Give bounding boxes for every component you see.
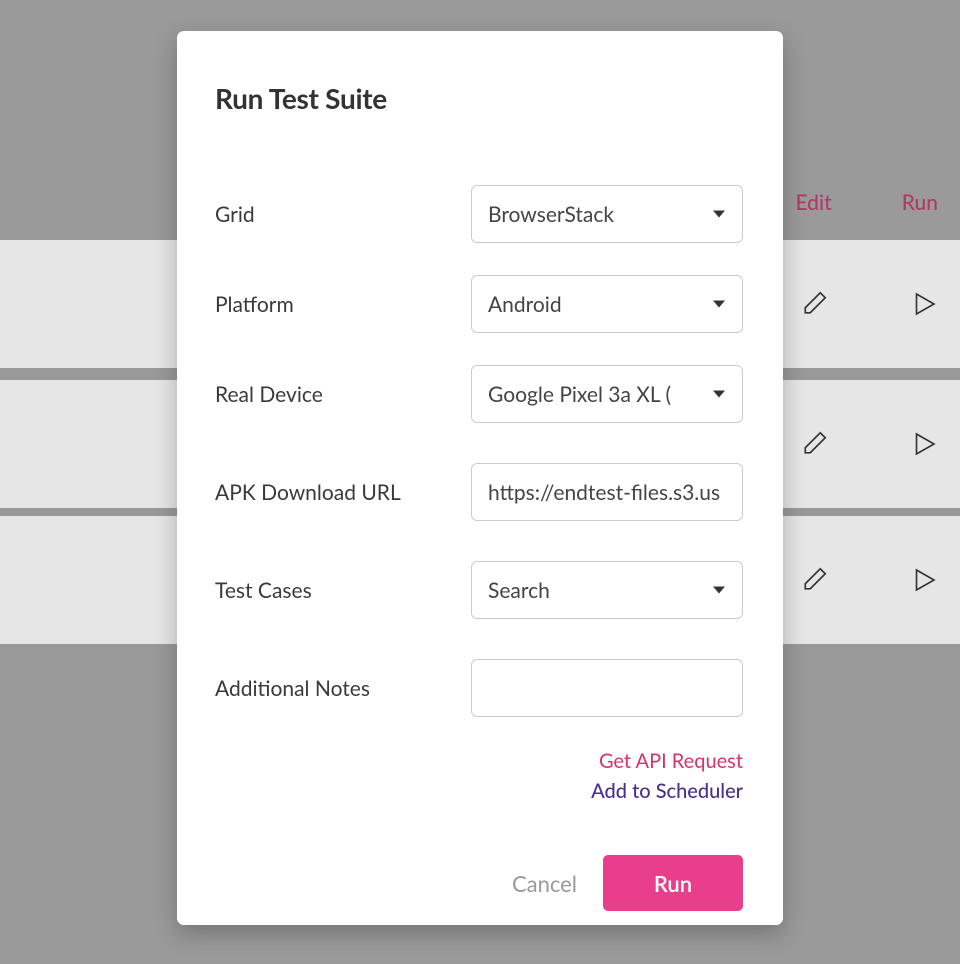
grid-select[interactable]: BrowserStack <box>471 185 743 243</box>
device-label: Real Device <box>215 382 471 407</box>
run-button[interactable]: Run <box>603 855 743 911</box>
field-test-cases: Test Cases Search <box>215 561 743 619</box>
apk-input[interactable] <box>471 463 743 521</box>
grid-value: BrowserStack <box>488 202 614 227</box>
play-icon[interactable] <box>906 562 942 598</box>
get-api-request-link[interactable]: Get API Request <box>215 749 743 773</box>
notes-input[interactable] <box>471 659 743 717</box>
modal-links: Get API Request Add to Scheduler <box>215 749 743 803</box>
test-cases-value: Search <box>488 578 550 603</box>
test-cases-label: Test Cases <box>215 578 471 603</box>
caret-down-icon <box>713 391 725 398</box>
edit-icon[interactable] <box>796 426 832 462</box>
caret-down-icon <box>713 587 725 594</box>
bg-header-edit[interactable]: Edit <box>795 190 831 240</box>
modal-title: Run Test Suite <box>215 81 743 115</box>
caret-down-icon <box>713 301 725 308</box>
field-device: Real Device Google Pixel 3a XL ( <box>215 365 743 423</box>
bg-header-run[interactable]: Run <box>902 190 938 240</box>
platform-select[interactable]: Android <box>471 275 743 333</box>
device-value: Google Pixel 3a XL ( <box>488 382 671 407</box>
device-select[interactable]: Google Pixel 3a XL ( <box>471 365 743 423</box>
edit-icon[interactable] <box>796 562 832 598</box>
play-icon[interactable] <box>906 426 942 462</box>
caret-down-icon <box>713 211 725 218</box>
notes-label: Additional Notes <box>215 676 471 701</box>
platform-label: Platform <box>215 292 471 317</box>
cancel-button[interactable]: Cancel <box>512 870 577 897</box>
edit-icon[interactable] <box>796 286 832 322</box>
modal-footer: Cancel Run <box>215 855 743 911</box>
platform-value: Android <box>488 292 562 317</box>
apk-label: APK Download URL <box>215 480 471 505</box>
play-icon[interactable] <box>906 286 942 322</box>
add-to-scheduler-link[interactable]: Add to Scheduler <box>215 779 743 803</box>
test-cases-select[interactable]: Search <box>471 561 743 619</box>
field-platform: Platform Android <box>215 275 743 333</box>
grid-label: Grid <box>215 202 471 227</box>
field-notes: Additional Notes <box>215 659 743 717</box>
modal-form: Grid BrowserStack Platform Android Real … <box>215 185 743 855</box>
run-test-suite-modal: Run Test Suite Grid BrowserStack Platfor… <box>177 31 783 925</box>
field-grid: Grid BrowserStack <box>215 185 743 243</box>
field-apk: APK Download URL <box>215 463 743 521</box>
